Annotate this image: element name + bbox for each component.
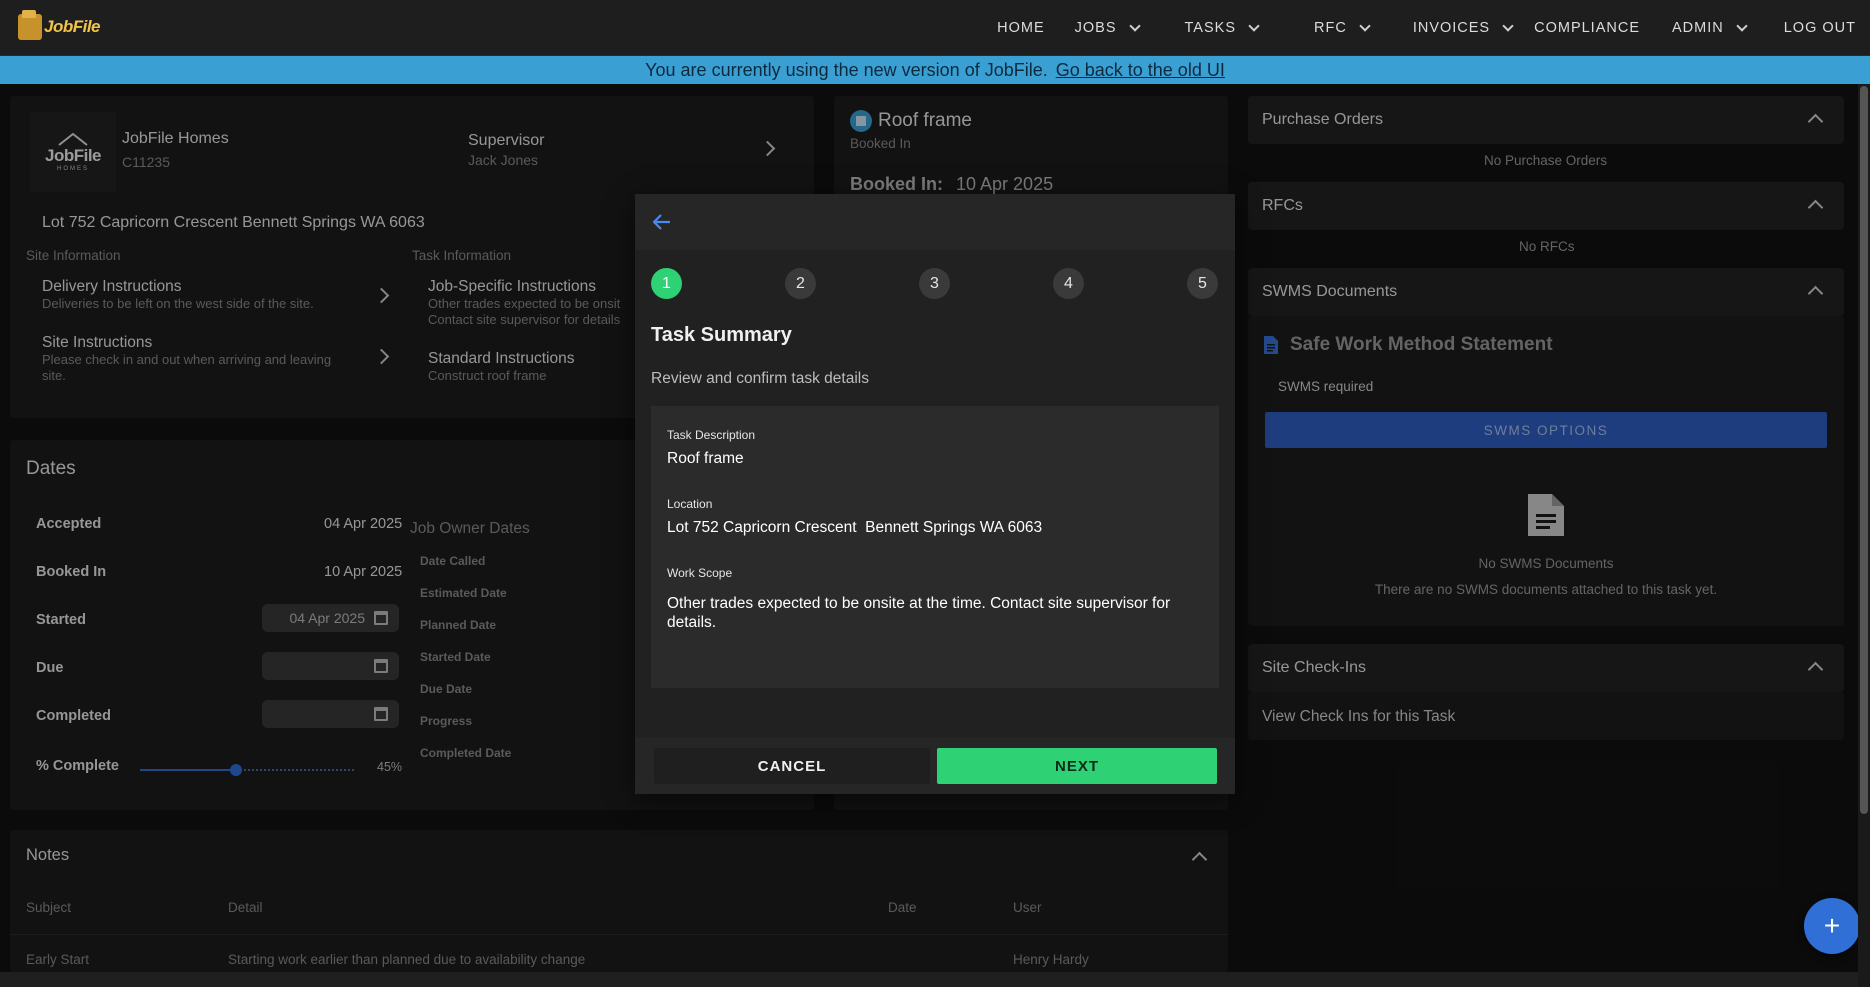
banner-text: You are currently using the new version … [645, 59, 1048, 80]
back-arrow-icon[interactable] [653, 214, 671, 230]
step-3[interactable]: 3 [919, 268, 950, 299]
vertical-scrollbar[interactable] [1858, 84, 1870, 987]
step-5[interactable]: 5 [1187, 268, 1218, 299]
step-2[interactable]: 2 [785, 268, 816, 299]
horizontal-scrollbar[interactable] [0, 972, 1858, 987]
dialog-title: Task Summary [651, 324, 792, 346]
step-1[interactable]: 1 [651, 268, 682, 299]
nav-rfc[interactable]: RFC [1314, 19, 1371, 36]
dialog-subtitle: Review and confirm task details [651, 370, 869, 387]
task-description-value: Roof frame [667, 450, 744, 467]
nav-label: HOME [997, 20, 1045, 36]
nav-compliance[interactable]: COMPLIANCE [1534, 20, 1640, 36]
cancel-button[interactable]: CANCEL [654, 748, 930, 784]
nav-tasks[interactable]: TASKS [1184, 19, 1260, 36]
dialog-footer: CANCEL NEXT [635, 738, 1235, 794]
next-button[interactable]: NEXT [937, 748, 1217, 784]
nav-label: JOBS [1074, 20, 1117, 36]
logo-text: JobFile [43, 17, 101, 36]
task-summary-dialog: 1 2 3 4 5 Task Summary Review and confir… [635, 194, 1235, 794]
top-navbar: JobFile HOME JOBS TASKS RFC INVOICES COM… [0, 0, 1870, 56]
plus-icon[interactable]: + [1804, 898, 1860, 954]
chevron-down-icon [1502, 19, 1514, 32]
chevron-down-icon [1128, 19, 1141, 32]
task-summary-panel: Task Description Roof frame Location Lot… [651, 406, 1219, 688]
chevron-down-icon [1248, 19, 1260, 32]
nav-admin[interactable]: ADMIN [1672, 19, 1748, 36]
nav-label: RFC [1314, 20, 1347, 36]
nav-label: COMPLIANCE [1534, 20, 1640, 36]
nav-home[interactable]: HOME [997, 20, 1045, 36]
nav-label: ADMIN [1672, 20, 1724, 36]
location-label: Location [667, 497, 713, 511]
old-ui-link[interactable]: Go back to the old UI [1056, 60, 1225, 81]
nav-jobs[interactable]: JOBS [1074, 19, 1141, 36]
nav-label: INVOICES [1412, 20, 1491, 36]
folder-icon [18, 10, 42, 40]
work-scope-label: Work Scope [667, 566, 733, 580]
nav-menu: HOME JOBS TASKS RFC INVOICES COMPLIANCE … [997, 0, 1870, 56]
scrollbar-thumb[interactable] [1860, 86, 1868, 814]
step-4[interactable]: 4 [1053, 268, 1084, 299]
location-value: Lot 752 Capricorn Crescent Bennett Sprin… [667, 519, 1043, 536]
chevron-down-icon [1736, 19, 1748, 32]
version-banner: You are currently using the new version … [0, 56, 1870, 84]
nav-label: TASKS [1184, 20, 1236, 36]
nav-label: LOG OUT [1783, 20, 1856, 36]
app-logo[interactable]: JobFile [18, 8, 101, 46]
work-scope-value: Other trades expected to be onsite at th… [667, 595, 1171, 631]
nav-invoices[interactable]: INVOICES [1412, 19, 1514, 36]
dialog-header [635, 194, 1235, 250]
task-description-label: Task Description [667, 428, 756, 442]
chevron-down-icon [1359, 19, 1371, 32]
nav-logout[interactable]: LOG OUT [1784, 20, 1856, 36]
